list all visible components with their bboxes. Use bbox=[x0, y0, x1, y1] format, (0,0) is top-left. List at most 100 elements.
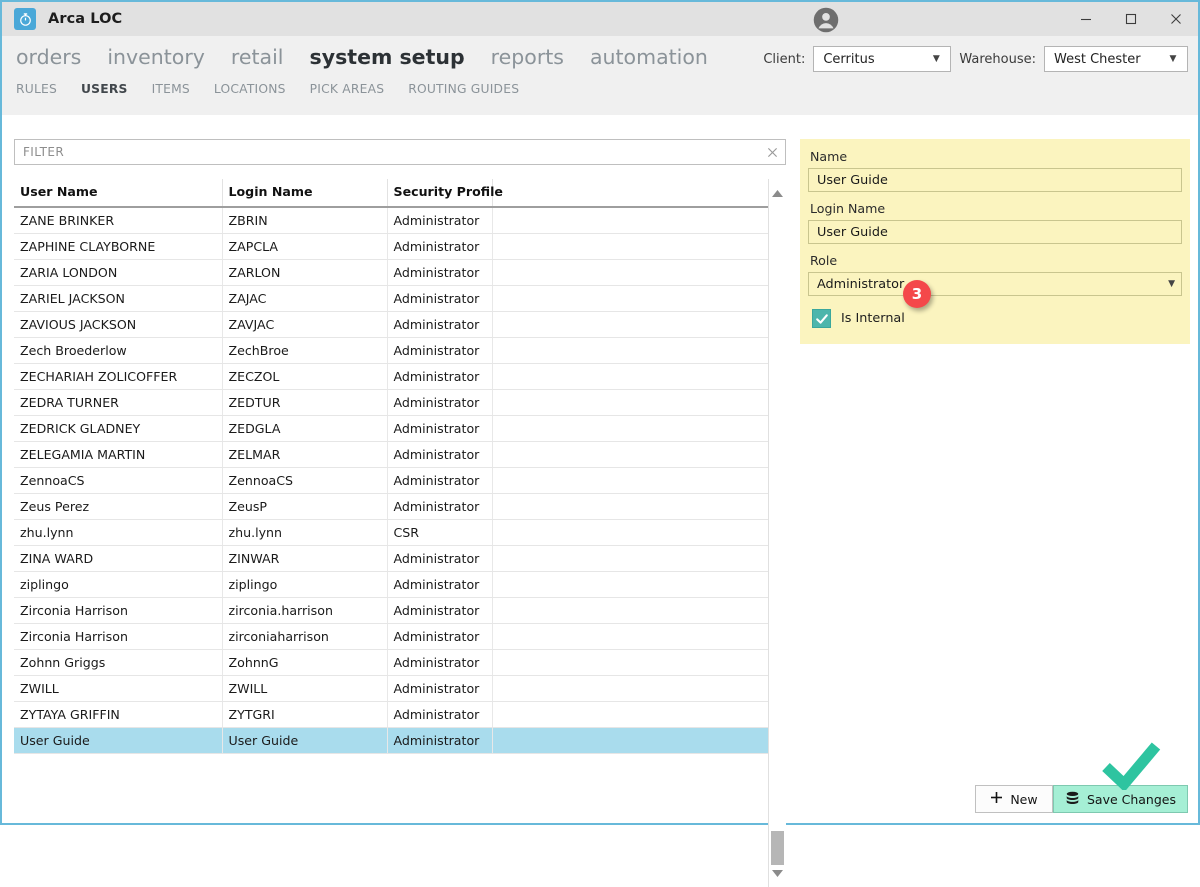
cell-row-spacer bbox=[492, 545, 768, 572]
new-button-label: New bbox=[1010, 791, 1038, 807]
table-row[interactable]: ZennoaCS ZennoaCS Administrator bbox=[14, 467, 768, 494]
avatar[interactable] bbox=[812, 6, 840, 34]
new-button[interactable]: New bbox=[974, 785, 1053, 813]
table-row[interactable]: Zirconia Harrison zirconia.harrison Admini… bbox=[14, 597, 768, 624]
nav-reports[interactable]: reports bbox=[491, 47, 564, 70]
action-bar: New Save Changes bbox=[974, 785, 1188, 813]
cell-security-profile: Administrator bbox=[387, 545, 493, 572]
tab-pick-areas[interactable]: PICK AREAS bbox=[310, 82, 385, 96]
cell-user-name: ZELEGAMIA MARTIN bbox=[14, 441, 223, 468]
table-row[interactable]: Zeus Perez ZeusP Administrator bbox=[14, 493, 768, 520]
tab-users[interactable]: USERS bbox=[81, 82, 128, 96]
cell-security-profile: Administrator bbox=[387, 389, 493, 416]
plus-icon bbox=[990, 791, 1003, 807]
cell-user-name: ZWILL bbox=[14, 675, 223, 702]
cell-user-name: ZANE BRINKER bbox=[14, 207, 223, 234]
cell-login-name: ZYTGRI bbox=[222, 701, 388, 728]
cell-login-name: ZELMAR bbox=[222, 441, 388, 468]
tab-rules[interactable]: RULES bbox=[16, 82, 57, 96]
client-value: Cerritus bbox=[823, 51, 875, 67]
cell-row-spacer bbox=[492, 493, 768, 520]
column-header-empty[interactable] bbox=[492, 179, 768, 208]
table-row[interactable]: ZARIA LONDON ZARLON Administrator bbox=[14, 259, 768, 286]
chevron-down-icon: ▼ bbox=[932, 53, 940, 64]
window-controls bbox=[1063, 2, 1198, 36]
table-row[interactable]: ZELEGAMIA MARTIN ZELMAR Administrator bbox=[14, 441, 768, 468]
table-row[interactable]: ZINA WARD ZINWAR Administrator bbox=[14, 545, 768, 572]
cell-row-spacer bbox=[492, 389, 768, 416]
role-dropdown[interactable]: Administrator ▼ bbox=[808, 272, 1182, 296]
database-stack-icon bbox=[1065, 791, 1080, 808]
name-field[interactable]: User Guide bbox=[808, 168, 1182, 192]
cell-security-profile: Administrator bbox=[387, 311, 493, 338]
cell-security-profile: Administrator bbox=[387, 649, 493, 676]
cell-user-name: ZEDRA TURNER bbox=[14, 389, 223, 416]
close-x-icon[interactable] bbox=[759, 140, 785, 164]
table-row[interactable]: ZAPHINE CLAYBORNE ZAPCLA Administrator bbox=[14, 233, 768, 260]
cell-row-spacer bbox=[492, 259, 768, 286]
cell-login-name: ZAJAC bbox=[222, 285, 388, 312]
scrollbar-thumb[interactable] bbox=[771, 831, 784, 865]
nav-retail[interactable]: retail bbox=[231, 47, 284, 70]
is-internal-checkbox[interactable] bbox=[812, 309, 831, 328]
users-table-wrapper: User Name Login Name Security Profile ZA… bbox=[14, 179, 786, 887]
table-header-row: User Name Login Name Security Profile bbox=[14, 179, 768, 208]
table-row[interactable]: ZYTAYA GRIFFIN ZYTGRI Administrator bbox=[14, 701, 768, 728]
tab-locations[interactable]: LOCATIONS bbox=[214, 82, 286, 96]
table-row[interactable]: User Guide User Guide Administrator bbox=[14, 727, 768, 754]
warehouse-dropdown[interactable]: West Chester ▼ bbox=[1044, 46, 1188, 72]
cell-row-spacer bbox=[492, 571, 768, 598]
maximize-button[interactable] bbox=[1108, 2, 1153, 36]
cell-user-name: ZECHARIAH ZOLICOFFER bbox=[14, 363, 223, 390]
column-header-login-name[interactable]: Login Name bbox=[222, 179, 388, 208]
table-row[interactable]: ZANE BRINKER ZBRIN Administrator bbox=[14, 207, 768, 234]
vertical-scrollbar[interactable] bbox=[768, 179, 786, 887]
table-row[interactable]: ZAVIOUS JACKSON ZAVJAC Administrator bbox=[14, 311, 768, 338]
save-changes-button[interactable]: Save Changes bbox=[1052, 785, 1188, 813]
cell-security-profile: Administrator bbox=[387, 493, 493, 520]
cell-login-name: ZARLON bbox=[222, 259, 388, 286]
cell-security-profile: Administrator bbox=[387, 337, 493, 364]
table-row[interactable]: zhu.lynn zhu.lynn CSR bbox=[14, 519, 768, 546]
cell-login-name: ZechBroe bbox=[222, 337, 388, 364]
login-name-field[interactable]: User Guide bbox=[808, 220, 1182, 244]
nav-inventory[interactable]: inventory bbox=[107, 47, 205, 70]
cell-row-spacer bbox=[492, 467, 768, 494]
warehouse-value: West Chester bbox=[1054, 51, 1141, 67]
nav-automation[interactable]: automation bbox=[590, 47, 708, 70]
nav-orders[interactable]: orders bbox=[16, 47, 81, 70]
cell-login-name: ZennoaCS bbox=[222, 467, 388, 494]
close-button[interactable] bbox=[1153, 2, 1198, 36]
users-table: User Name Login Name Security Profile ZA… bbox=[14, 179, 768, 754]
table-row[interactable]: ziplingo ziplingo Administrator bbox=[14, 571, 768, 598]
table-row[interactable]: ZEDRA TURNER ZEDTUR Administrator bbox=[14, 389, 768, 416]
stopwatch-icon bbox=[14, 8, 36, 30]
cell-row-spacer bbox=[492, 207, 768, 234]
is-internal-row[interactable]: Is Internal bbox=[808, 307, 1182, 332]
cell-row-spacer bbox=[492, 337, 768, 364]
client-dropdown[interactable]: Cerritus ▼ bbox=[813, 46, 952, 72]
users-table-body: ZANE BRINKER ZBRIN Administrator ZAPHINE CL… bbox=[14, 207, 768, 754]
table-row[interactable]: ZEDRICK GLADNEY ZEDGLA Administrator bbox=[14, 415, 768, 442]
caret-up-icon[interactable] bbox=[769, 185, 786, 201]
column-header-user-name[interactable]: User Name bbox=[14, 179, 223, 208]
cell-login-name: ZECZOL bbox=[222, 363, 388, 390]
cell-login-name: zhu.lynn bbox=[222, 519, 388, 546]
tab-routing-guides[interactable]: ROUTING GUIDES bbox=[408, 82, 519, 96]
table-row[interactable]: ZECHARIAH ZOLICOFFER ZECZOL Administrator bbox=[14, 363, 768, 390]
table-row[interactable]: ZWILL ZWILL Administrator bbox=[14, 675, 768, 702]
nav-system-setup[interactable]: system setup bbox=[310, 47, 465, 70]
cell-login-name: ZohnnG bbox=[222, 649, 388, 676]
table-row[interactable]: Zirconia Harrison zirconiaharrison Adminis… bbox=[14, 623, 768, 650]
table-row[interactable]: Zech Broederlow ZechBroe Administrator bbox=[14, 337, 768, 364]
name-label: Name bbox=[810, 149, 848, 164]
caret-down-icon[interactable] bbox=[769, 865, 786, 881]
table-row[interactable]: ZARIEL JACKSON ZAJAC Administrator bbox=[14, 285, 768, 312]
cell-row-spacer bbox=[492, 441, 768, 468]
filter-input[interactable] bbox=[15, 140, 759, 164]
table-row[interactable]: Zohnn Griggs ZohnnG Administrator bbox=[14, 649, 768, 676]
minimize-button[interactable] bbox=[1063, 2, 1108, 36]
tab-items[interactable]: ITEMS bbox=[152, 82, 190, 96]
column-header-security-profile[interactable]: Security Profile bbox=[387, 179, 503, 208]
login-name-value: User Guide bbox=[817, 224, 888, 240]
